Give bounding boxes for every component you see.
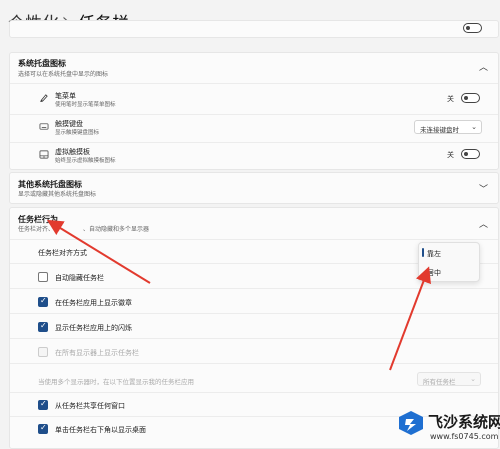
arrow-to-behaviors-title: [46, 219, 151, 284]
arrow-to-center-option: [389, 266, 431, 371]
watermark-title: 飞沙系统网: [428, 413, 500, 431]
site-logo-icon: [399, 411, 423, 435]
watermark-url: www.fs0745.com: [430, 432, 499, 441]
watermark: 飞沙系统网 www.fs0745.com: [397, 405, 500, 449]
annotation-arrows: [46, 219, 431, 371]
